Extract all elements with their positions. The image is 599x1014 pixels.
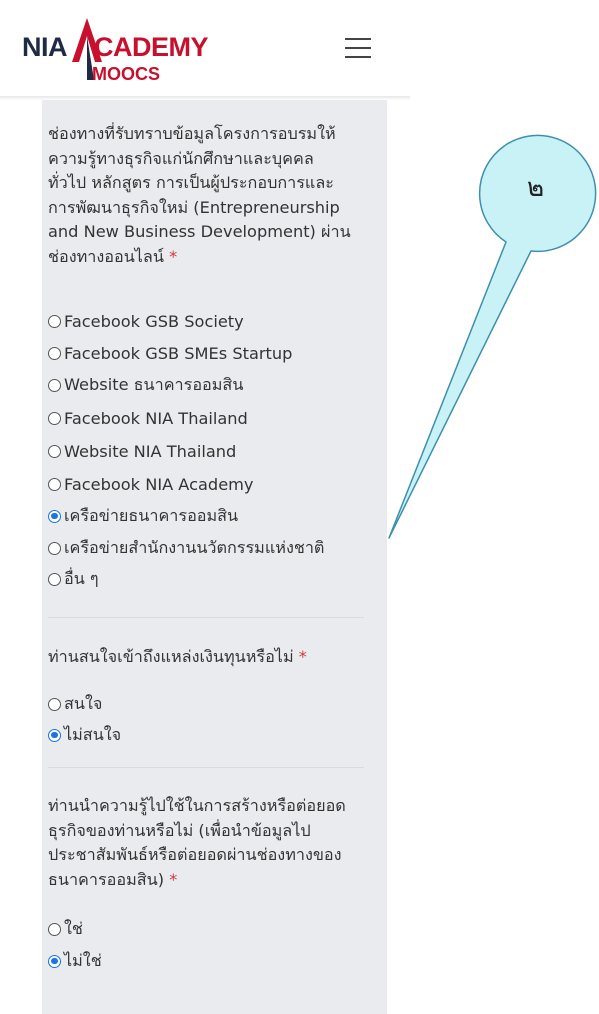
radio-button[interactable] [48,444,61,458]
question-line-text: ช่องทางออนไลน์ [48,246,164,266]
option-no[interactable]: ไม่ใช่ [48,948,102,974]
option-gsb-network[interactable]: เครือข่ายธนาคารออมสิน [48,503,238,529]
option-label: ไม่ใช่ [64,951,102,970]
question-line: ประชาสัมพันธ์หรือต่อยอดผ่านช่องทางของ [48,845,342,864]
callout-number-label: ๒ [527,173,545,203]
option-other[interactable]: อื่น ๆ [48,566,99,592]
radio-button[interactable] [48,697,61,711]
radio-button[interactable] [48,314,61,328]
option-label: Facebook GSB Society [64,311,244,331]
option-facebook-nia-academy[interactable]: Facebook NIA Academy [48,471,254,497]
option-label: Facebook GSB SMEs Startup [64,343,293,363]
callout-bubble-shape [388,134,597,539]
radio-button[interactable] [48,378,61,392]
required-mark: * [298,647,307,666]
question-line: ช่องทางที่รับทราบข้อมูลโครงการอบรมให้ [48,124,336,143]
question-line: ท่านนำความรู้ไปใช้ในการสร้างหรือต่อยอด [48,796,346,815]
required-mark: * [169,869,178,889]
question-line: ธุรกิจของท่านหรือไม่ (เพื่อนำข้อมูลไป [48,820,311,840]
radio-button-selected[interactable] [48,509,61,523]
option-yes[interactable]: ใช่ [48,916,83,942]
question-line: ช่องทางออนไลน์ * [48,245,370,270]
question-line: ท่านสนใจเข้าถึงแหล่งเงินทุนหรือไม่ * [48,645,370,670]
question-line: and New Business Development) ผ่าน [48,222,351,241]
question-online-channel: ช่องทางที่รับทราบข้อมูลโครงการอบรมให้ คว… [48,122,370,269]
question-line: ธนาคารออมสิน) * [48,868,370,893]
option-not-interested[interactable]: ไม่สนใจ [48,722,121,748]
option-label: Facebook NIA Academy [64,474,254,494]
nia-academy-logo[interactable]: NIA CADEMY MOOCS [22,18,212,98]
section-divider [48,617,364,618]
survey-form: ช่องทางที่รับทราบข้อมูลโครงการอบรมให้ คว… [42,100,387,1014]
option-label: อื่น ๆ [64,569,99,588]
option-label: ใช่ [64,919,83,938]
radio-button[interactable] [48,922,61,936]
radio-button[interactable] [48,572,61,586]
option-label: สนใจ [64,694,103,713]
radio-button-selected[interactable] [48,728,61,742]
option-label: เครือข่ายธนาคารออมสิน [64,506,239,525]
question-line-text: ท่านสนใจเข้าถึงแหล่งเงินทุนหรือไม่ [48,647,294,666]
option-facebook-gsb-society[interactable]: Facebook GSB Society [48,308,244,334]
option-label: เครือข่ายสำนักงานนวัตกรรมแห่งชาติ [64,538,325,557]
logo-nia-text: NIA [22,32,68,62]
logo-moocs-text: MOOCS [92,64,161,84]
logo-cademy-text: CADEMY [94,32,209,62]
question-line: การพัฒนาธุรกิจใหม่ (Entrepreneurship [48,197,340,217]
radio-button[interactable] [48,541,61,555]
option-label: Website NIA Thailand [64,441,237,461]
option-website-nia-thailand[interactable]: Website NIA Thailand [48,438,236,464]
required-mark: * [169,246,178,266]
question-apply-knowledge: ท่านนำความรู้ไปใช้ในการสร้างหรือต่อยอด ธ… [48,794,370,892]
question-funding-interest: ท่านสนใจเข้าถึงแหล่งเงินทุนหรือไม่ * [48,645,370,670]
radio-button-selected[interactable] [48,954,61,968]
option-facebook-gsb-smes-startup[interactable]: Facebook GSB SMEs Startup [48,340,292,366]
option-label: ไม่สนใจ [64,725,122,744]
option-label: Website ธนาคารออมสิน [64,375,244,394]
radio-button[interactable] [48,411,61,425]
question-line: ความรู้ทางธุรกิจแก่นักศึกษาและบุคคล [48,148,314,168]
option-nia-network[interactable]: เครือข่ายสำนักงานนวัตกรรมแห่งชาติ [48,535,324,561]
section-divider [48,767,364,768]
question-line: ทั่วไป หลักสูตร การเป็นผู้ประกอบการและ [48,173,334,192]
option-label: Facebook NIA Thailand [64,408,248,428]
option-facebook-nia-thailand[interactable]: Facebook NIA Thailand [48,405,248,431]
option-website-gsb[interactable]: Website ธนาคารออมสิน [48,372,243,398]
hamburger-menu-icon[interactable] [345,38,371,58]
question-line-text: ธนาคารออมสิน) [48,869,165,889]
option-interested[interactable]: สนใจ [48,691,102,717]
radio-button[interactable] [48,477,61,491]
radio-button[interactable] [48,346,61,360]
site-header: NIA CADEMY MOOCS [0,0,410,98]
